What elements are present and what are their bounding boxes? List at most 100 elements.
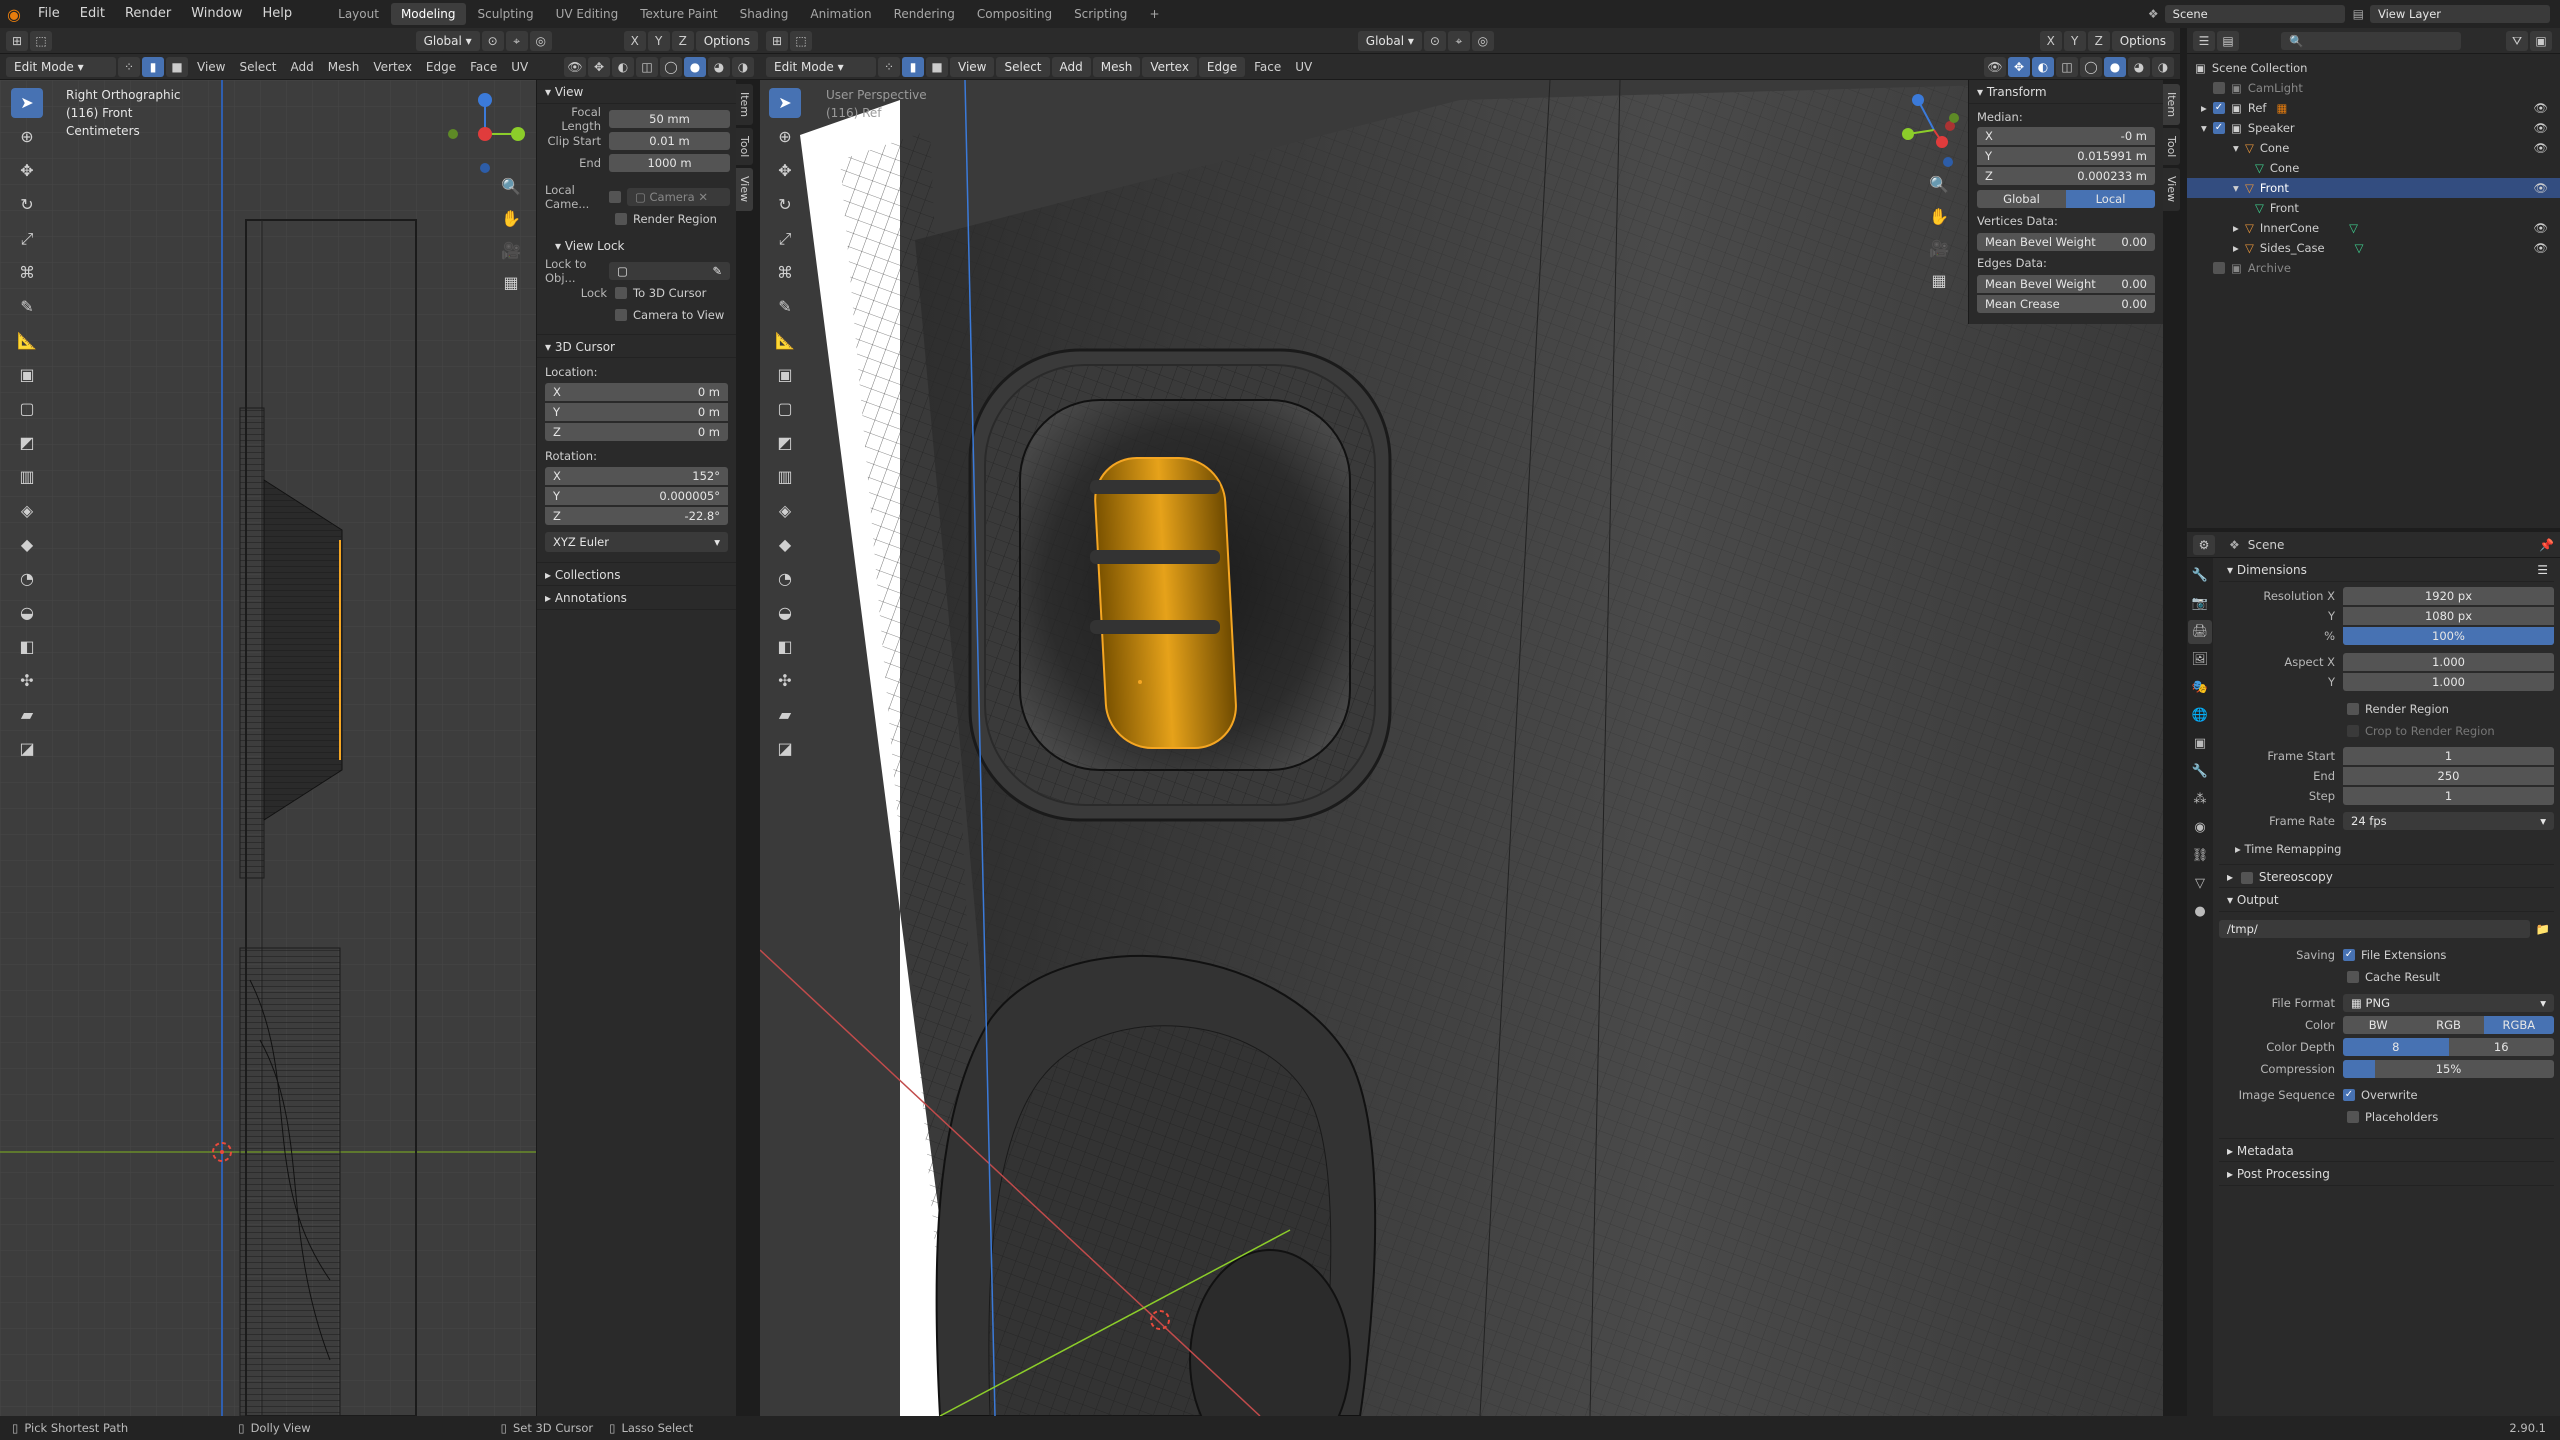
render-region-checkbox-props[interactable] — [2347, 703, 2359, 715]
loopcut-tool-icon[interactable]: ▥ — [11, 462, 43, 492]
rendered-shading-icon[interactable]: ◑ — [732, 56, 754, 77]
edge-slide-tool-icon-right[interactable]: ◧ — [769, 632, 801, 662]
shear-tool-icon-right[interactable]: ▰ — [769, 700, 801, 730]
workspace-tab-animation[interactable]: Animation — [800, 3, 881, 25]
vertex-bevel-weight-field[interactable]: Mean Bevel Weight 0.00 — [1977, 233, 2155, 251]
mirror-z-icon[interactable]: Z — [671, 30, 694, 51]
cursor-rotation-y[interactable]: Y 0.000005° — [545, 487, 728, 505]
outliner-search-input[interactable]: 🔍 — [2281, 31, 2461, 50]
blender-logo-icon[interactable]: ◉ — [0, 5, 28, 24]
menu-render[interactable]: Render — [115, 0, 181, 28]
workspace-tab-texture-paint[interactable]: Texture Paint — [630, 3, 727, 25]
expand-arrow-icon[interactable]: ▸ — [2233, 218, 2245, 238]
overlay-icon[interactable]: ◐ — [612, 56, 634, 77]
annotations-section-header[interactable]: ▸ Annotations — [537, 586, 736, 610]
outliner-item-front-mesh[interactable]: ▽ Front — [2195, 198, 2554, 218]
rendered-shading-icon-right[interactable]: ◑ — [2152, 56, 2174, 77]
outliner-item-camlight[interactable]: ▣ CamLight — [2195, 78, 2554, 98]
move-tool-icon[interactable]: ✥ — [11, 156, 43, 186]
display-mode-icon[interactable]: ▤ — [2217, 30, 2239, 51]
frame-start-field[interactable]: 1 — [2343, 747, 2554, 765]
menu-window[interactable]: Window — [181, 0, 252, 28]
depth-8-button[interactable]: 8 — [2343, 1038, 2449, 1056]
select-box-icon[interactable]: ⬚ — [30, 30, 52, 51]
view-layer-props-icon[interactable]: 🖼 — [2188, 648, 2212, 672]
workspace-tab-shading[interactable]: Shading — [730, 3, 799, 25]
stereoscopy-section-header[interactable]: ▸ Stereoscopy — [2219, 864, 2554, 888]
outliner-item-cone-mesh[interactable]: ▽ Cone — [2195, 158, 2554, 178]
compression-slider[interactable]: 15% — [2343, 1060, 2554, 1078]
right-menu-vertex[interactable]: Vertex — [1142, 56, 1197, 77]
left-menu-vertex[interactable]: Vertex — [366, 57, 419, 77]
collapse-arrow-icon[interactable]: ▾ — [2233, 178, 2245, 198]
left-menu-edge[interactable]: Edge — [419, 57, 463, 77]
placeholders-checkbox[interactable] — [2347, 1111, 2359, 1123]
eye-icon[interactable]: 👁 — [2533, 98, 2548, 118]
menu-help[interactable]: Help — [253, 0, 303, 28]
ortho-grid-icon[interactable]: ▦ — [498, 270, 524, 296]
scale-tool-icon[interactable]: ⤢ — [11, 224, 43, 254]
shrink-tool-icon-right[interactable]: ✣ — [769, 666, 801, 696]
pan-hand-icon-right[interactable]: ✋ — [1926, 204, 1952, 230]
mirror-y-icon-right[interactable]: Y — [2063, 30, 2086, 51]
frame-rate-dropdown[interactable]: 24 fps ▾ — [2343, 812, 2554, 830]
local-toggle[interactable]: Local — [2066, 190, 2155, 208]
render-region-checkbox[interactable] — [615, 213, 627, 225]
output-props-icon[interactable]: 🖨 — [2188, 620, 2212, 644]
bevel-tool-icon-right[interactable]: ◩ — [769, 428, 801, 458]
right-menu-mesh[interactable]: Mesh — [1092, 56, 1141, 77]
median-z-field[interactable]: Z 0.000233 m — [1977, 167, 2155, 185]
workspace-tab-sculpting[interactable]: Sculpting — [468, 3, 544, 25]
solid-shading-icon-right[interactable]: ● — [2104, 56, 2126, 77]
left-menu-uv[interactable]: UV — [504, 57, 535, 77]
measure-tool-icon[interactable]: 📐 — [11, 326, 43, 356]
camera-to-view-checkbox[interactable] — [615, 309, 627, 321]
left-menu-view[interactable]: View — [190, 57, 232, 77]
color-bw-button[interactable]: BW — [2343, 1016, 2414, 1034]
wireframe-shading-icon-right[interactable]: ◯ — [2080, 56, 2102, 77]
new-collection-icon[interactable]: ▣ — [2530, 30, 2552, 51]
mirror-x-icon[interactable]: X — [623, 30, 646, 51]
metadata-section-header[interactable]: ▸ Metadata — [2219, 1138, 2554, 1162]
view-layer-selector[interactable]: View Layer — [2370, 5, 2550, 23]
gizmo-icon[interactable]: ✥ — [588, 56, 610, 77]
wireframe-shading-icon[interactable]: ◯ — [660, 56, 682, 77]
render-props-icon[interactable]: 📷 — [2188, 592, 2212, 616]
measure-tool-icon-right[interactable]: 📐 — [769, 326, 801, 356]
outliner-item-cone[interactable]: ▾ ▽ Cone 👁 — [2195, 138, 2554, 158]
mirror-x-icon-right[interactable]: X — [2039, 30, 2062, 51]
pin-icon[interactable]: 📌 — [2539, 538, 2554, 552]
color-rgb-button[interactable]: RGB — [2413, 1016, 2484, 1034]
median-x-field[interactable]: X -0 m — [1977, 127, 2155, 145]
bevel-tool-icon[interactable]: ◩ — [11, 428, 43, 458]
constraints-props-icon[interactable]: ⛓ — [2188, 844, 2212, 868]
eye-icon[interactable]: 👁 — [2533, 118, 2548, 138]
menu-file[interactable]: File — [28, 0, 70, 28]
inset-tool-icon-right[interactable]: ▢ — [769, 394, 801, 424]
transform-tool-icon-right[interactable]: ⌘ — [769, 258, 801, 288]
cursor-location-z[interactable]: Z0 m — [545, 423, 728, 441]
transform-tool-icon[interactable]: ⌘ — [11, 258, 43, 288]
proportional-icon[interactable]: ◎ — [529, 30, 552, 51]
ortho-grid-icon-right[interactable]: ▦ — [1926, 268, 1952, 294]
rip-tool-icon-right[interactable]: ◪ — [769, 734, 801, 764]
clip-start-field[interactable]: 0.01 m — [609, 132, 730, 150]
folder-icon[interactable]: 📁 — [2536, 922, 2550, 936]
outliner-scene-collection[interactable]: ▣ Scene Collection — [2195, 58, 2554, 78]
menu-edit[interactable]: Edit — [70, 0, 115, 28]
expand-arrow-icon[interactable]: ▸ — [2201, 98, 2213, 118]
visibility-icon-right[interactable]: 👁 — [1984, 56, 2006, 77]
right-orientation-dropdown[interactable]: Global ▾ — [1357, 30, 1422, 51]
workspace-tab-compositing[interactable]: Compositing — [967, 3, 1062, 25]
data-props-icon[interactable]: ▽ — [2188, 872, 2212, 896]
mirror-y-icon[interactable]: Y — [647, 30, 670, 51]
local-camera-checkbox[interactable] — [609, 191, 621, 203]
eye-icon[interactable]: 👁 — [2533, 218, 2548, 238]
mean-crease-field[interactable]: Mean Crease 0.00 — [1977, 295, 2155, 313]
navigation-gizmo-right[interactable] — [1888, 84, 1978, 174]
crop-region-checkbox[interactable] — [2347, 725, 2359, 737]
knife-tool-icon[interactable]: ◈ — [11, 496, 43, 526]
select-tool-icon[interactable]: ➤ — [11, 88, 43, 118]
depth-16-button[interactable]: 16 — [2448, 1038, 2554, 1056]
select-box-icon-right[interactable]: ⬚ — [790, 30, 812, 51]
